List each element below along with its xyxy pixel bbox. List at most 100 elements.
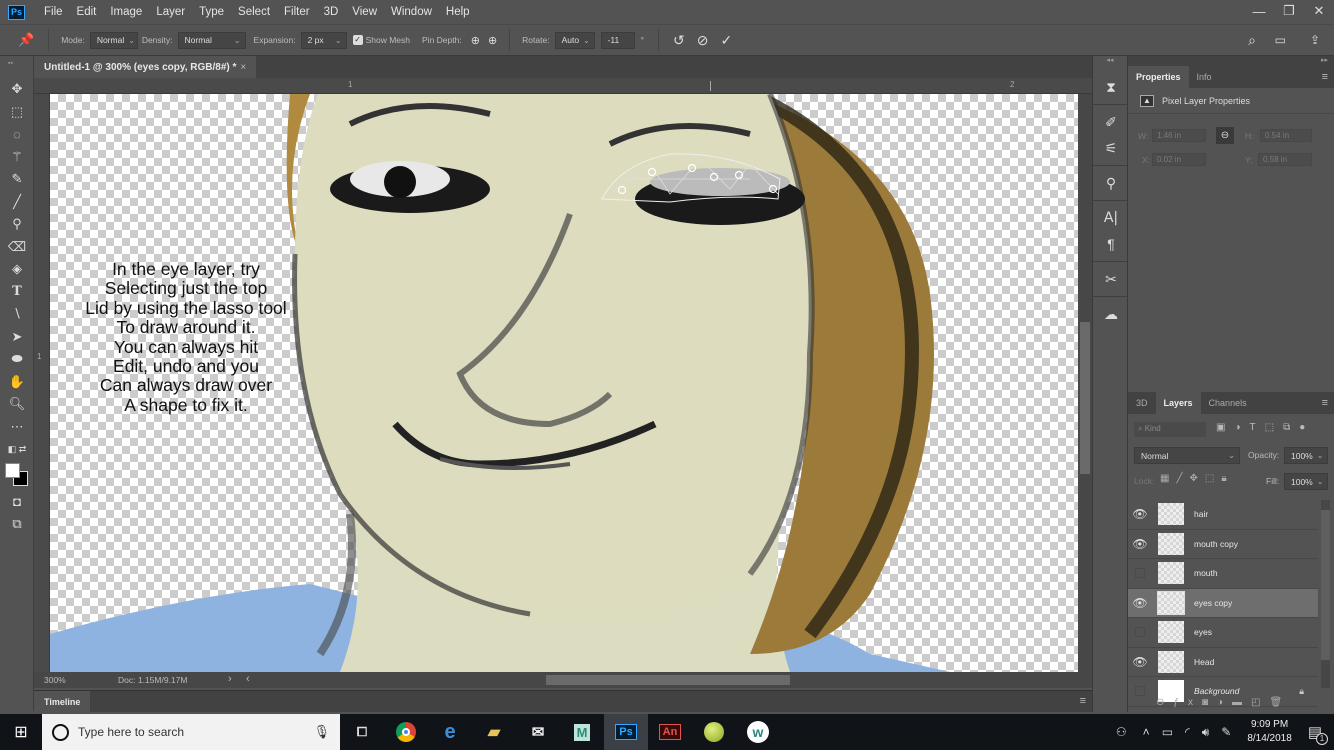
visibility-eye-icon[interactable]: 👁︎: [1128, 655, 1152, 669]
screen-mode-icon[interactable]: ⧉: [0, 513, 34, 536]
fill-input[interactable]: 100% ⌄: [1284, 473, 1328, 490]
menu-help[interactable]: Help: [439, 6, 477, 18]
magic-wand-tool-icon[interactable]: ⚚: [0, 146, 34, 169]
tab-info[interactable]: Info: [1189, 66, 1220, 88]
panel-menu-icon[interactable]: ≡: [1322, 397, 1328, 409]
creative-cloud-icon[interactable]: ☁: [1093, 301, 1129, 327]
mail-icon[interactable]: ✉: [516, 714, 560, 750]
action-center-icon[interactable]: ▤ 1: [1308, 723, 1328, 745]
filter-toggle-icon[interactable]: ●: [1299, 422, 1314, 433]
filter-smart-object-icon[interactable]: ⧉: [1283, 422, 1299, 433]
volume-icon[interactable]: 🔊︎: [1202, 725, 1210, 740]
search-icon[interactable]: ⌕: [1248, 32, 1256, 49]
document-canvas[interactable]: In the eye layer, try Selecting just the…: [50, 94, 1078, 672]
layer-row[interactable]: eyes: [1128, 618, 1318, 648]
battery-icon[interactable]: ▭: [1162, 725, 1173, 739]
brush-presets-icon[interactable]: ⚟: [1093, 135, 1129, 161]
link-dimensions-icon[interactable]: ⊖: [1216, 127, 1234, 144]
close-window-button[interactable]: ✕: [1304, 0, 1334, 22]
stamp-tool-icon[interactable]: ⚲: [0, 213, 34, 236]
app-green-icon[interactable]: [692, 714, 736, 750]
filter-shape-icon[interactable]: ⬚: [1265, 422, 1283, 433]
menu-file[interactable]: File: [37, 6, 70, 18]
layer-row[interactable]: mouth: [1128, 559, 1318, 589]
eraser-tool-icon[interactable]: ⌫: [0, 236, 34, 259]
add-mask-icon[interactable]: ◙: [1202, 697, 1217, 708]
zoom-level[interactable]: 300%: [44, 675, 66, 685]
layer-name[interactable]: mouth copy: [1194, 539, 1238, 549]
menu-edit[interactable]: Edit: [70, 6, 104, 18]
windows-start-icon[interactable]: ⊞: [0, 714, 42, 750]
tab-properties[interactable]: Properties: [1128, 66, 1189, 88]
menu-select[interactable]: Select: [231, 6, 277, 18]
y-field[interactable]: 0.58 in: [1258, 153, 1312, 166]
timeline-tab[interactable]: Timeline: [34, 691, 91, 712]
layer-row[interactable]: 👁︎ hair: [1128, 500, 1318, 530]
cancel-icon[interactable]: ⊘: [697, 32, 709, 49]
pin-backward-icon[interactable]: ⊕: [488, 34, 497, 47]
menu-window[interactable]: Window: [384, 6, 439, 18]
lock-image-icon[interactable]: ╱: [1176, 473, 1189, 484]
collapse-handle[interactable]: ▪▪: [0, 56, 33, 78]
show-mesh-checkbox[interactable]: ✓: [352, 35, 363, 45]
photoshop-taskbar-icon[interactable]: Ps: [604, 714, 648, 750]
vertical-scroll-thumb[interactable]: [1080, 322, 1090, 474]
more-tools-icon[interactable]: ⋯: [0, 416, 34, 439]
expansion-input[interactable]: 2 px ⌄: [300, 31, 347, 49]
filter-adjustment-icon[interactable]: ◑: [1234, 422, 1249, 433]
collapse-handle[interactable]: ▸▸: [1128, 56, 1334, 66]
app-w-icon[interactable]: w: [736, 714, 780, 750]
collapse-handle[interactable]: ◂◂: [1093, 56, 1127, 68]
clock[interactable]: 9:09 PM 8/14/2018: [1247, 718, 1292, 746]
layer-row[interactable]: 👁︎ eyes copy: [1128, 588, 1318, 618]
filter-pixel-icon[interactable]: ▣: [1216, 422, 1234, 433]
layer-name[interactable]: mouth: [1194, 568, 1218, 578]
lasso-tool-icon[interactable]: ◌: [0, 123, 34, 146]
close-tab-icon[interactable]: ×: [240, 62, 246, 73]
layer-name[interactable]: Head: [1194, 657, 1214, 667]
tab-3d[interactable]: 3D: [1128, 392, 1156, 414]
width-field[interactable]: 1.46 in: [1152, 129, 1206, 142]
filter-type-icon[interactable]: T: [1250, 422, 1265, 433]
layer-name[interactable]: hair: [1194, 509, 1208, 519]
move-tool-icon[interactable]: ✥: [0, 78, 34, 101]
people-icon[interactable]: ⚇: [1116, 725, 1127, 739]
lock-position-icon[interactable]: ✥: [1189, 473, 1204, 484]
edge-icon[interactable]: e: [428, 714, 472, 750]
lock-artboard-icon[interactable]: ⬚: [1205, 473, 1221, 484]
opacity-input[interactable]: 100% ⌄: [1284, 447, 1328, 464]
panel-menu-icon[interactable]: ≡: [1080, 695, 1086, 707]
delete-layer-icon[interactable]: 🗑︎: [1270, 697, 1292, 708]
brush-tool-icon[interactable]: ╱: [0, 191, 34, 214]
swap-colors-icon[interactable]: ◧ ⇄: [0, 438, 34, 461]
visibility-eye-icon[interactable]: 👁︎: [1128, 537, 1152, 551]
menu-image[interactable]: Image: [103, 6, 149, 18]
layer-row[interactable]: 👁︎ Head: [1128, 648, 1318, 677]
pen-workspace-icon[interactable]: ✎: [1221, 725, 1231, 739]
tab-layers[interactable]: Layers: [1155, 392, 1201, 414]
visibility-toggle-empty[interactable]: [1135, 686, 1145, 697]
layers-scrollbar[interactable]: [1321, 500, 1330, 688]
fx-icon[interactable]: ƒx: [1173, 697, 1202, 708]
hand-tool-icon[interactable]: ✋: [0, 371, 34, 394]
menu-3d[interactable]: 3D: [317, 6, 346, 18]
status-menu-arrow[interactable]: ›: [228, 673, 232, 685]
file-explorer-icon[interactable]: ▰: [472, 714, 516, 750]
menu-layer[interactable]: Layer: [149, 6, 192, 18]
taskbar-search[interactable]: Type here to search 🎙︎: [42, 714, 340, 750]
ellipse-tool-icon[interactable]: ⬬: [0, 348, 34, 371]
show-hidden-icons[interactable]: ˄: [1143, 725, 1150, 739]
pin-forward-icon[interactable]: ⊕: [471, 34, 480, 47]
workspace-icon[interactable]: ▭: [1275, 33, 1286, 47]
character-icon[interactable]: A|: [1093, 205, 1129, 231]
commit-checkmark-icon[interactable]: ✓: [720, 32, 732, 49]
app-m-icon[interactable]: M: [560, 714, 604, 750]
foreground-color-swatch[interactable]: [5, 462, 20, 478]
pen-tool-icon[interactable]: ∖: [0, 303, 34, 326]
new-group-icon[interactable]: ▬: [1232, 697, 1251, 708]
menu-view[interactable]: View: [345, 6, 384, 18]
tab-channels[interactable]: Channels: [1201, 392, 1255, 414]
lock-all-icon[interactable]: 🔒︎: [1221, 473, 1233, 484]
clone-source-icon[interactable]: ⚲: [1093, 170, 1129, 196]
share-icon[interactable]: ⇪: [1310, 33, 1320, 47]
